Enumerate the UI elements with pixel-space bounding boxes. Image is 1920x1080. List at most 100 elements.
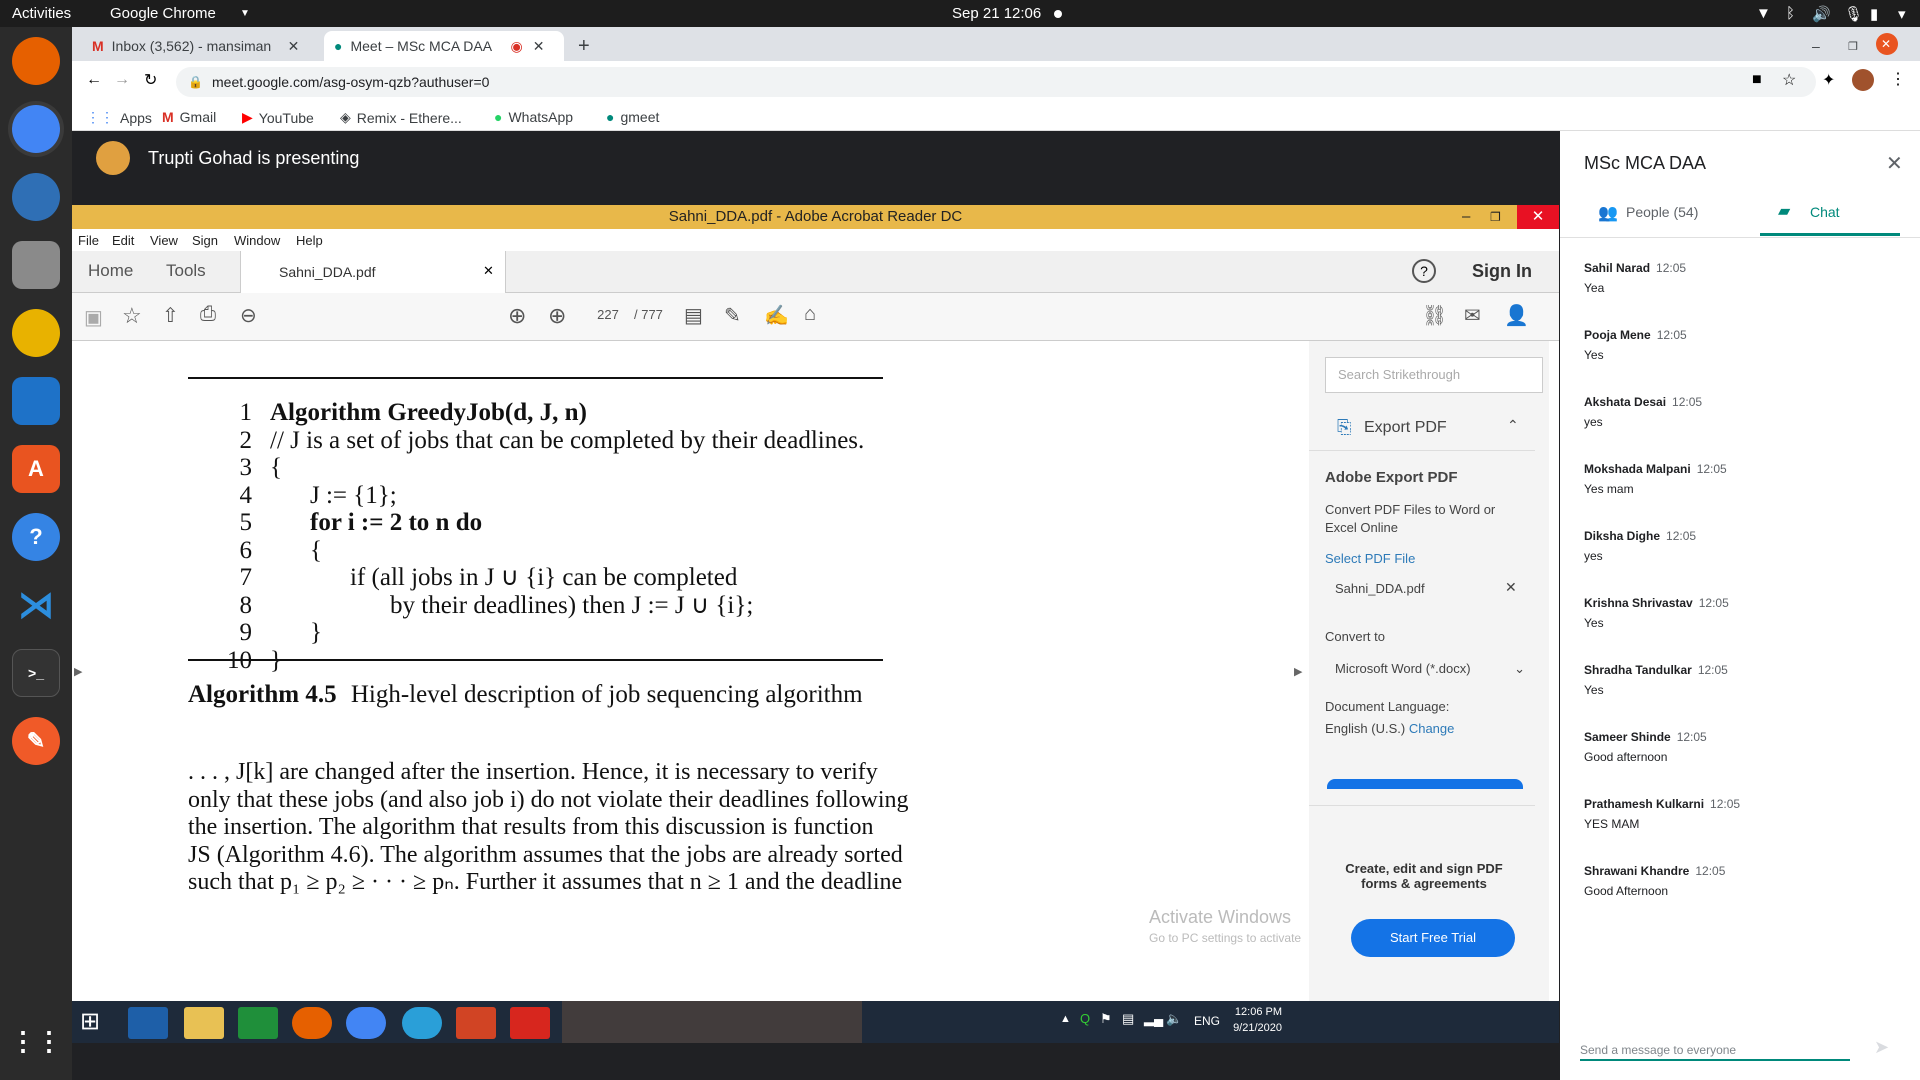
left-pane-toggle-icon[interactable]: ▶ <box>74 665 82 678</box>
clock[interactable]: Sep 21 12:06 <box>952 5 1041 22</box>
signal-icon[interactable]: ▂▄ <box>1144 1011 1163 1027</box>
chat-input[interactable]: Send a message to everyone <box>1580 1031 1850 1061</box>
bookmark-star-icon[interactable]: ☆ <box>1782 70 1796 90</box>
wifi-icon[interactable]: ▼ <box>1756 5 1771 22</box>
bookmark-gmail[interactable]: M Gmail <box>162 109 216 125</box>
stamp-icon[interactable]: ⌂ <box>804 303 816 326</box>
menu-edit[interactable]: Edit <box>112 233 134 248</box>
sign-icon[interactable]: ✍ <box>764 303 789 328</box>
zoom-out-icon[interactable]: ⊖ <box>240 303 257 328</box>
print-icon[interactable]: ⎙ <box>200 303 216 326</box>
menu-window[interactable]: Window <box>234 233 280 248</box>
convert-button-partial[interactable] <box>1327 779 1523 789</box>
comment-icon[interactable]: ▤ <box>684 303 703 328</box>
avatar[interactable] <box>1852 69 1874 91</box>
menu-file[interactable]: File <box>78 233 99 248</box>
rhythmbox-icon[interactable] <box>12 309 60 357</box>
right-pane-toggle-icon[interactable]: ▶ <box>1294 665 1302 678</box>
microphone-icon[interactable]: 🎙 <box>1844 5 1863 23</box>
taskbar-clock[interactable]: 12:06 PM 9/21/2020 <box>1218 1006 1282 1034</box>
help-icon[interactable]: ? <box>12 513 60 561</box>
upload-icon[interactable]: ⇧ <box>162 303 179 328</box>
tab-meet[interactable]: ● Meet – MSc MCA DAA ◉ ✕ <box>324 31 564 61</box>
add-user-icon[interactable]: 👤 <box>1504 303 1529 328</box>
terminal-icon[interactable]: >_ <box>12 649 60 697</box>
files-icon[interactable] <box>12 241 60 289</box>
bookmark-gmeet[interactable]: ● gmeet <box>606 109 659 125</box>
thunderbird-icon[interactable] <box>12 173 60 221</box>
battery-icon[interactable]: ▮ <box>1870 5 1878 23</box>
minimize-button[interactable]: – <box>1802 31 1830 61</box>
close-icon[interactable]: ✕ <box>288 38 300 55</box>
sign-in-button[interactable]: Sign In <box>1472 261 1532 282</box>
show-apps-icon[interactable]: ⋮⋮ <box>10 1017 62 1065</box>
start-trial-button[interactable]: Start Free Trial <box>1351 919 1515 957</box>
firefox-icon[interactable] <box>292 1007 332 1039</box>
flag-icon[interactable]: ⚑ <box>1100 1011 1112 1027</box>
language-indicator[interactable]: ENG <box>1194 1014 1220 1028</box>
search-input[interactable]: Search Strikethrough <box>1325 357 1543 393</box>
chrome-icon[interactable] <box>12 105 60 153</box>
close-window-button[interactable]: ✕ <box>1876 33 1898 55</box>
tray-chevron-icon[interactable]: ▲ <box>1060 1013 1071 1025</box>
writer-icon[interactable] <box>12 377 60 425</box>
restore-button[interactable]: ❐ <box>1838 31 1868 61</box>
share-link-icon[interactable]: ⛓ <box>1422 303 1447 328</box>
acrobat-icon[interactable] <box>510 1007 550 1039</box>
bookmark-youtube[interactable]: ▶ YouTube <box>242 109 314 126</box>
convert-select[interactable]: Microsoft Word (*.docx) ⌄ <box>1335 661 1525 677</box>
save-icon[interactable]: ▣ <box>84 305 103 330</box>
export-pdf-header[interactable]: ⎘ Export PDF ⌃ <box>1309 405 1535 451</box>
prev-page-icon[interactable]: ⊕ <box>508 303 526 329</box>
menu-sign[interactable]: Sign <box>192 233 218 248</box>
software-center-icon[interactable]: A <box>12 445 60 493</box>
tab-document[interactable]: Sahni_DDA.pdf ✕ <box>240 251 506 293</box>
chrome-icon[interactable] <box>346 1007 386 1039</box>
tray-app-icon[interactable]: Q <box>1080 1011 1090 1026</box>
remove-file-icon[interactable]: ✕ <box>1505 579 1517 596</box>
tab-home[interactable]: Home <box>88 261 133 281</box>
tab-tools[interactable]: Tools <box>166 261 206 281</box>
page-number-input[interactable]: 227 <box>588 307 628 322</box>
email-icon[interactable]: ✉ <box>1464 303 1481 328</box>
tab-people[interactable]: 👥 People (54) <box>1560 191 1740 237</box>
next-page-icon[interactable]: ⊕ <box>548 303 566 329</box>
tab-chat[interactable]: ▰ Chat <box>1740 191 1920 237</box>
pen-app-icon[interactable]: ✎ <box>12 717 60 765</box>
network-icon[interactable]: ▤ <box>1122 1011 1134 1027</box>
minimize-button[interactable]: – <box>1462 205 1470 229</box>
forward-icon[interactable]: → <box>114 71 130 89</box>
back-icon[interactable]: ← <box>86 71 102 89</box>
menu-view[interactable]: View <box>150 233 178 248</box>
url-field[interactable]: 🔒 meet.google.com/asg-osym-qzb?authuser=… <box>176 67 1816 97</box>
app-menu[interactable]: Google Chrome <box>110 5 216 22</box>
system-menu-chevron-icon[interactable]: ▾ <box>1898 5 1906 23</box>
volume-icon[interactable]: 🔊 <box>1812 5 1831 23</box>
extensions-icon[interactable]: ✦ <box>1822 70 1835 90</box>
reload-icon[interactable]: ↻ <box>144 70 157 90</box>
explorer-icon[interactable] <box>184 1007 224 1039</box>
bookmark-star-icon[interactable]: ☆ <box>122 303 142 329</box>
close-icon[interactable]: ✕ <box>483 263 494 279</box>
menu-help[interactable]: Help <box>296 233 323 248</box>
edge-icon[interactable] <box>402 1007 442 1039</box>
activities-button[interactable]: Activities <box>12 5 71 22</box>
restore-button[interactable]: ❐ <box>1490 205 1501 229</box>
bluetooth-icon[interactable]: ᛒ <box>1786 5 1795 22</box>
windows-start-icon[interactable]: ⊞ <box>80 1007 100 1036</box>
powerpoint-icon[interactable] <box>456 1007 496 1039</box>
bookmark-apps[interactable]: ⋮⋮ Apps <box>86 109 152 126</box>
highlight-icon[interactable]: ✎ <box>724 303 741 328</box>
menu-icon[interactable]: ⋮ <box>1890 69 1906 89</box>
close-button[interactable]: ✕ <box>1517 205 1559 229</box>
bookmark-whatsapp[interactable]: ● WhatsApp <box>494 109 573 125</box>
close-icon[interactable]: ✕ <box>533 38 545 55</box>
firefox-icon[interactable] <box>12 37 60 85</box>
close-icon[interactable]: ✕ <box>1886 151 1903 176</box>
volume-icon[interactable]: 🔈 <box>1166 1011 1182 1027</box>
vscode-icon[interactable]: ⋊ <box>12 581 60 629</box>
send-icon[interactable]: ➤ <box>1874 1037 1889 1058</box>
new-tab-button[interactable]: + <box>568 31 600 61</box>
camera-icon[interactable]: ■ <box>1752 71 1762 89</box>
chevron-up-icon[interactable]: ⌃ <box>1507 417 1519 434</box>
